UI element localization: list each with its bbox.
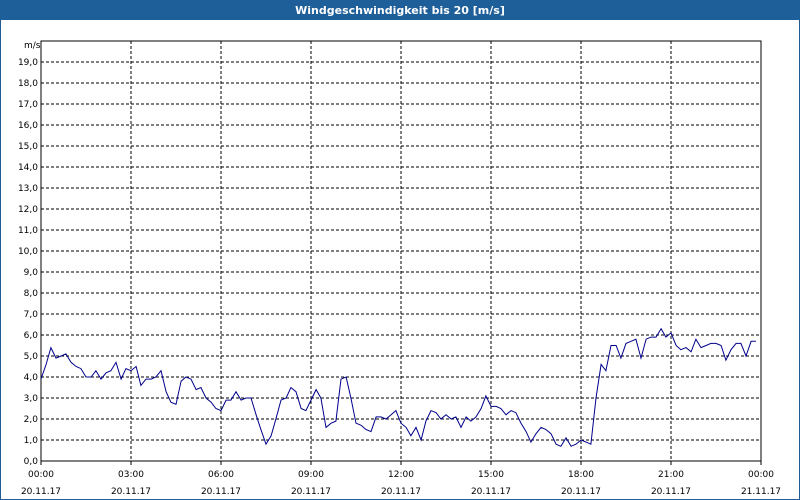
grid-lines: [41, 41, 761, 461]
x-tick-time-label: 06:00: [208, 470, 234, 480]
x-tick-date-label: 20.11.17: [111, 487, 151, 497]
y-tick-label: 9,0: [24, 268, 39, 278]
x-tick-date-label: 20.11.17: [21, 487, 61, 497]
y-tick-label: 10,0: [18, 247, 38, 257]
x-tick-date-label: 20.11.17: [651, 487, 691, 497]
y-tick-label: 13,0: [18, 184, 38, 194]
y-tick-label: 12,0: [18, 205, 38, 215]
y-tick-label: 17,0: [18, 100, 38, 110]
y-axis: 0,0 1,0 2,0 3,0 4,0 5,0 6,0 7,0 8,0 9,0 10,0 11,0 12…: [18, 58, 38, 467]
y-tick-label: 18,0: [18, 79, 38, 89]
x-tick-time-label: 21:00: [658, 470, 684, 480]
y-tick-label: 5,0: [24, 352, 39, 362]
y-tick-label: 15,0: [18, 142, 38, 152]
y-tick-label: 19,0: [18, 58, 38, 68]
x-tick-date-label: 20.11.17: [381, 487, 421, 497]
x-tick-time-label: 09:00: [298, 470, 324, 480]
x-tick-date-label: 21.11.17: [741, 487, 781, 497]
line-chart: 0,0 1,0 2,0 3,0 4,0 5,0 6,0 7,0 8,0 9,0 10,0 11,0 12…: [18, 40, 781, 497]
y-axis-label: m/s: [24, 41, 41, 51]
x-tick-time-label: 18:00: [568, 470, 594, 480]
y-tick-label: 1,0: [24, 436, 39, 446]
x-tick-time-label: 03:00: [118, 470, 144, 480]
y-tick-label: 6,0: [24, 331, 39, 341]
x-tick-time-label: 00:00: [28, 470, 54, 480]
x-tick-time-label: 15:00: [478, 470, 504, 480]
x-tick-date-label: 20.11.17: [291, 487, 331, 497]
y-tick-label: 4,0: [24, 373, 39, 383]
y-tick-label: 11,0: [18, 226, 38, 236]
y-tick-label: 2,0: [24, 415, 39, 425]
x-axis: 00:00 20.11.17 03:00 20.11.17 06:00 20.11.17 0…: [21, 461, 781, 497]
x-tick-time-label: 00:00: [748, 470, 774, 480]
y-tick-label: 8,0: [24, 289, 39, 299]
chart-title: Windgeschwindigkeit bis 20 [m/s]: [1, 1, 799, 20]
y-tick-label: 3,0: [24, 394, 39, 404]
x-tick-time-label: 12:00: [388, 470, 414, 480]
x-tick-date-label: 20.11.17: [471, 487, 511, 497]
x-tick-date-label: 20.11.17: [561, 487, 601, 497]
y-tick-label: 16,0: [18, 121, 38, 131]
x-tick-date-label: 20.11.17: [201, 487, 241, 497]
y-tick-label: 7,0: [24, 310, 39, 320]
chart-window: Windgeschwindigkeit bis 20 [m/s] 0,0 1,0 2…: [0, 0, 800, 500]
y-tick-label: 0,0: [24, 457, 39, 467]
y-tick-label: 14,0: [18, 163, 38, 173]
